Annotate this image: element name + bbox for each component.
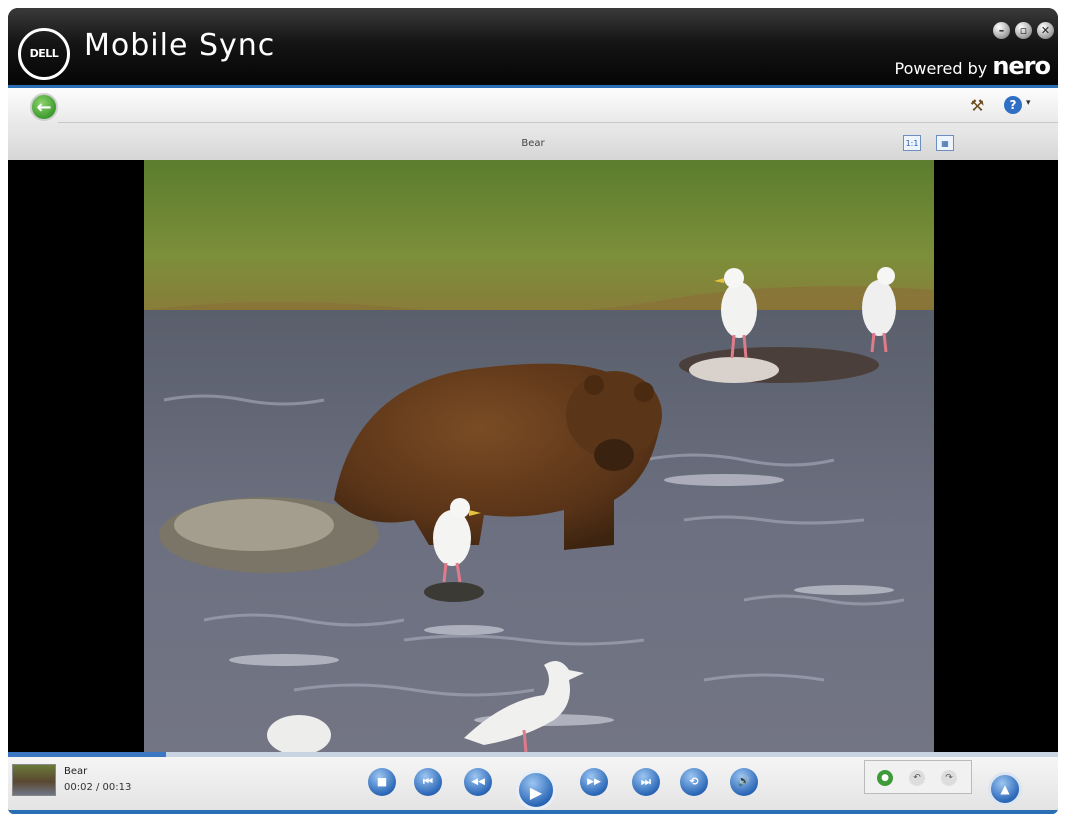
next-button[interactable]: ⏭	[632, 768, 660, 796]
image-tools-panel: ● ↶ ↷	[864, 760, 972, 794]
previous-button[interactable]: ⏮	[414, 768, 442, 796]
clip-name: Bear	[64, 766, 88, 777]
minimize-button[interactable]: –	[993, 22, 1010, 39]
fit-view-button[interactable]: ▦	[936, 135, 954, 151]
back-button[interactable]: ←	[30, 93, 58, 121]
close-button[interactable]: ✕	[1037, 22, 1054, 39]
expand-button[interactable]: ▲	[988, 772, 1022, 806]
video-area[interactable]	[8, 160, 1058, 752]
app-title: Mobile Sync	[84, 28, 276, 63]
stop-button[interactable]: ■	[368, 768, 396, 796]
play-button[interactable]: ▶	[516, 770, 556, 810]
clip-time: 00:02 / 00:13	[64, 782, 132, 793]
volume-button[interactable]: 🔊	[730, 768, 758, 796]
tools-icon[interactable]: ⚒	[970, 96, 984, 115]
rotate-right-icon[interactable]: ↷	[941, 770, 957, 786]
rotate-left-icon[interactable]: ↶	[909, 770, 925, 786]
dell-logo: DELL	[18, 28, 70, 80]
app-window: DELL Mobile Sync – ▫ ✕ Powered by nero ←…	[8, 8, 1058, 814]
rewind-button[interactable]: ◀◀	[464, 768, 492, 796]
title-bar: DELL Mobile Sync – ▫ ✕ Powered by nero	[8, 8, 1058, 86]
globe-icon[interactable]: ●	[877, 770, 893, 786]
repeat-button[interactable]: ⟲	[680, 768, 708, 796]
media-title: Bear	[521, 138, 545, 149]
bear-video-image	[144, 160, 934, 752]
actual-size-button[interactable]: 1:1	[903, 135, 921, 151]
fast-forward-button[interactable]: ▶▶	[580, 768, 608, 796]
clip-thumbnail	[12, 764, 56, 796]
powered-by-label: Powered by nero	[894, 52, 1051, 80]
video-frame[interactable]	[144, 160, 934, 752]
nav-divider	[58, 122, 1058, 123]
powered-by-text: Powered by	[894, 59, 988, 78]
nero-logo: nero	[992, 52, 1051, 80]
restore-button[interactable]: ▫	[1015, 22, 1032, 39]
player-controls: Bear 00:02 / 00:13 ■ ⏮ ◀◀ ▶ ▶▶ ⏭ ⟲ 🔊 ● ↶…	[8, 752, 1058, 814]
bottom-accent-line	[8, 810, 1058, 814]
nav-bar: ← ⚒ ? ▾	[8, 88, 1058, 128]
help-icon[interactable]: ?	[1004, 96, 1022, 114]
seek-bar[interactable]	[8, 752, 1058, 757]
seek-bar-fill	[8, 752, 166, 757]
help-dropdown-icon[interactable]: ▾	[1026, 98, 1031, 108]
media-title-bar: Bear 1:1 ▦	[8, 128, 1058, 161]
